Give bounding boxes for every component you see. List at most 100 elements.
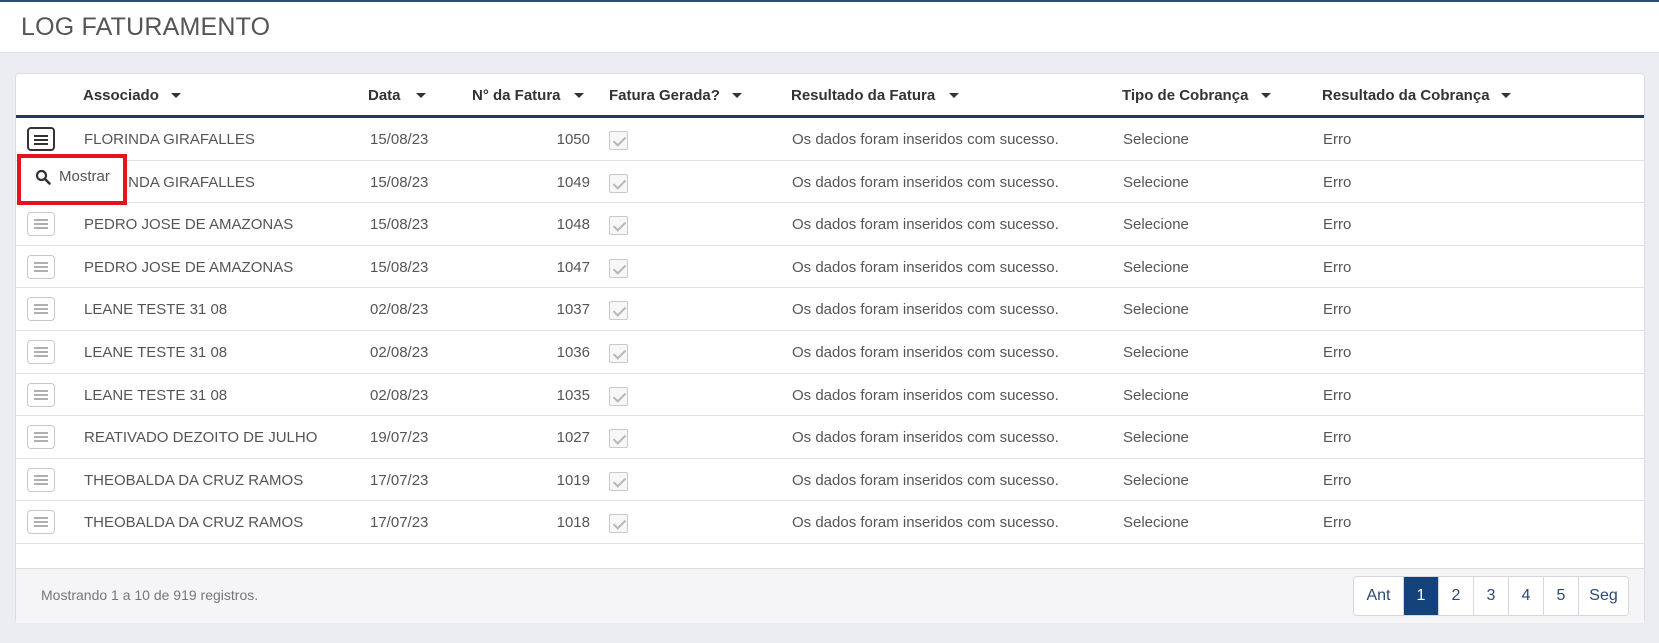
- menu-icon-bar: [34, 312, 48, 315]
- cell-data: 17/07/23: [370, 471, 429, 489]
- cell-resultado-cobranca: Erro: [1323, 429, 1352, 447]
- page-header: LOG FATURAMENTO: [0, 2, 1659, 53]
- cell-resultado-fatura: Os dados foram inseridos com sucesso.: [792, 429, 1059, 447]
- show-menu-item[interactable]: Mostrar: [59, 168, 110, 185]
- row-menu-button[interactable]: [27, 127, 55, 151]
- records-info: Mostrando 1 a 10 de 919 registros.: [41, 587, 259, 603]
- cell-data: 15/08/23: [370, 173, 429, 191]
- menu-icon-bar: [34, 397, 48, 400]
- cell-associado: PEDRO JOSE DE AMAZONAS: [84, 216, 294, 234]
- row-menu-button[interactable]: [27, 340, 55, 364]
- menu-icon: [34, 219, 48, 222]
- pagination-page-2[interactable]: 2: [1439, 577, 1474, 615]
- cell-resultado-fatura: Os dados foram inseridos com sucesso.: [792, 258, 1059, 276]
- pagination-prev[interactable]: Ant: [1354, 577, 1404, 615]
- table-row: LEANE TESTE 31 08 02/08/23 1037 Os dados fo…: [16, 288, 1644, 331]
- menu-icon: [34, 474, 48, 477]
- cell-tipo-cobranca: Selecione: [1123, 301, 1189, 319]
- cell-tipo-cobranca: Selecione: [1123, 131, 1189, 148]
- menu-icon-bar: [34, 139, 48, 141]
- cell-associado: LEANE TESTE 31 08: [84, 344, 228, 361]
- cell-resultado-cobranca: Erro: [1323, 344, 1352, 361]
- cell-tipo-cobranca: Selecione: [1123, 386, 1189, 404]
- sort-caret-icon[interactable]: [1501, 93, 1511, 98]
- sort-caret-icon[interactable]: [574, 93, 584, 98]
- cell-associado: THEOBALDA DA CRUZ RAMOS: [84, 471, 304, 489]
- cell-resultado-cobranca: Erro: [1323, 131, 1352, 148]
- sort-caret-icon[interactable]: [171, 93, 181, 98]
- cell-resultado-cobranca: Erro: [1323, 173, 1352, 191]
- pagination-page-4[interactable]: 4: [1509, 577, 1544, 615]
- cell-data: 15/08/23: [370, 258, 429, 276]
- row-menu-button[interactable]: [27, 212, 55, 237]
- column-header-numero-fatura[interactable]: N° da Fatura: [472, 87, 561, 104]
- menu-icon-bar: [34, 308, 48, 311]
- fatura-gerada-checkbox: [609, 471, 628, 491]
- menu-icon-bar: [34, 521, 48, 524]
- cell-resultado-fatura: Os dados foram inseridos com sucesso.: [792, 386, 1059, 404]
- fatura-gerada-checkbox: [609, 301, 628, 321]
- cell-associado: LEANE TESTE 31 08: [84, 386, 228, 404]
- column-header-resultado-fatura[interactable]: Resultado da Fatura: [791, 87, 935, 104]
- menu-icon-bar: [34, 269, 48, 272]
- fatura-gerada-checkbox: [609, 216, 628, 236]
- menu-icon-bar: [34, 223, 48, 226]
- column-header-data[interactable]: Data: [368, 87, 401, 104]
- cell-data: 02/08/23: [370, 386, 429, 404]
- cell-data: 17/07/23: [370, 514, 429, 532]
- table-row: LEANE TESTE 31 08 02/08/23 1036 Os dados fo…: [16, 331, 1644, 374]
- cell-associado: PEDRO JOSE DE AMAZONAS: [84, 258, 294, 276]
- cell-numero-fatura: 1037: [556, 301, 590, 319]
- row-menu-button[interactable]: [27, 382, 55, 407]
- page-title: LOG FATURAMENTO: [21, 13, 271, 41]
- cell-resultado-fatura: Os dados foram inseridos com sucesso.: [792, 216, 1059, 234]
- cell-data: 19/07/23: [370, 429, 429, 447]
- cell-data: 15/08/23: [370, 131, 429, 148]
- fatura-gerada-checkbox: [609, 131, 628, 150]
- cell-data: 02/08/23: [370, 344, 429, 361]
- cell-tipo-cobranca: Selecione: [1123, 344, 1189, 361]
- cell-resultado-cobranca: Erro: [1323, 258, 1352, 276]
- sort-caret-icon[interactable]: [732, 93, 742, 98]
- pagination-next[interactable]: Seg: [1579, 577, 1628, 615]
- menu-icon-bar: [34, 355, 48, 357]
- pagination-page-3[interactable]: 3: [1474, 577, 1509, 615]
- cell-resultado-cobranca: Erro: [1323, 301, 1352, 319]
- cell-numero-fatura: 1048: [556, 216, 590, 234]
- column-header-associado[interactable]: Associado: [83, 87, 159, 104]
- column-header-resultado-cobranca[interactable]: Resultado da Cobrança: [1322, 87, 1490, 104]
- row-menu-button[interactable]: [27, 425, 55, 450]
- menu-icon: [34, 347, 48, 349]
- cell-tipo-cobranca: Selecione: [1123, 514, 1189, 532]
- column-header-fatura-gerada[interactable]: Fatura Gerada?: [609, 87, 720, 104]
- cell-numero-fatura: 1036: [556, 344, 590, 361]
- cell-tipo-cobranca: Selecione: [1123, 258, 1189, 276]
- table-footer: Mostrando 1 a 10 de 919 registros. Ant 1…: [16, 568, 1644, 623]
- menu-icon: [34, 517, 48, 520]
- cell-numero-fatura: 1050: [556, 131, 590, 148]
- sort-caret-icon[interactable]: [949, 93, 959, 98]
- cell-resultado-cobranca: Erro: [1323, 514, 1352, 532]
- cell-resultado-fatura: Os dados foram inseridos com sucesso.: [792, 471, 1059, 489]
- search-icon[interactable]: [35, 169, 51, 185]
- cell-numero-fatura: 1018: [556, 514, 590, 532]
- sort-caret-icon[interactable]: [1261, 93, 1271, 98]
- sort-caret-icon[interactable]: [416, 93, 426, 98]
- fatura-gerada-checkbox: [609, 258, 628, 278]
- column-header-tipo-cobranca[interactable]: Tipo de Cobrança: [1122, 87, 1248, 104]
- row-menu-button[interactable]: [27, 297, 55, 322]
- menu-icon-bar: [34, 440, 48, 443]
- row-menu-button[interactable]: [27, 510, 55, 535]
- table-row: REATIVADO DEZOITO DE JULHO 19/07/23 1027 Os…: [16, 416, 1644, 459]
- row-menu-button[interactable]: [27, 467, 55, 492]
- menu-icon: [34, 389, 48, 392]
- cell-resultado-fatura: Os dados foram inseridos com sucesso.: [792, 173, 1059, 191]
- fatura-gerada-checkbox: [609, 344, 628, 363]
- cell-data: 15/08/23: [370, 216, 429, 234]
- pagination-page-5[interactable]: 5: [1544, 577, 1579, 615]
- menu-icon-bar: [34, 393, 48, 396]
- cell-resultado-cobranca: Erro: [1323, 471, 1352, 489]
- row-menu-button[interactable]: [27, 254, 55, 279]
- pagination-page-1[interactable]: 1: [1404, 577, 1439, 615]
- cell-numero-fatura: 1047: [556, 258, 590, 276]
